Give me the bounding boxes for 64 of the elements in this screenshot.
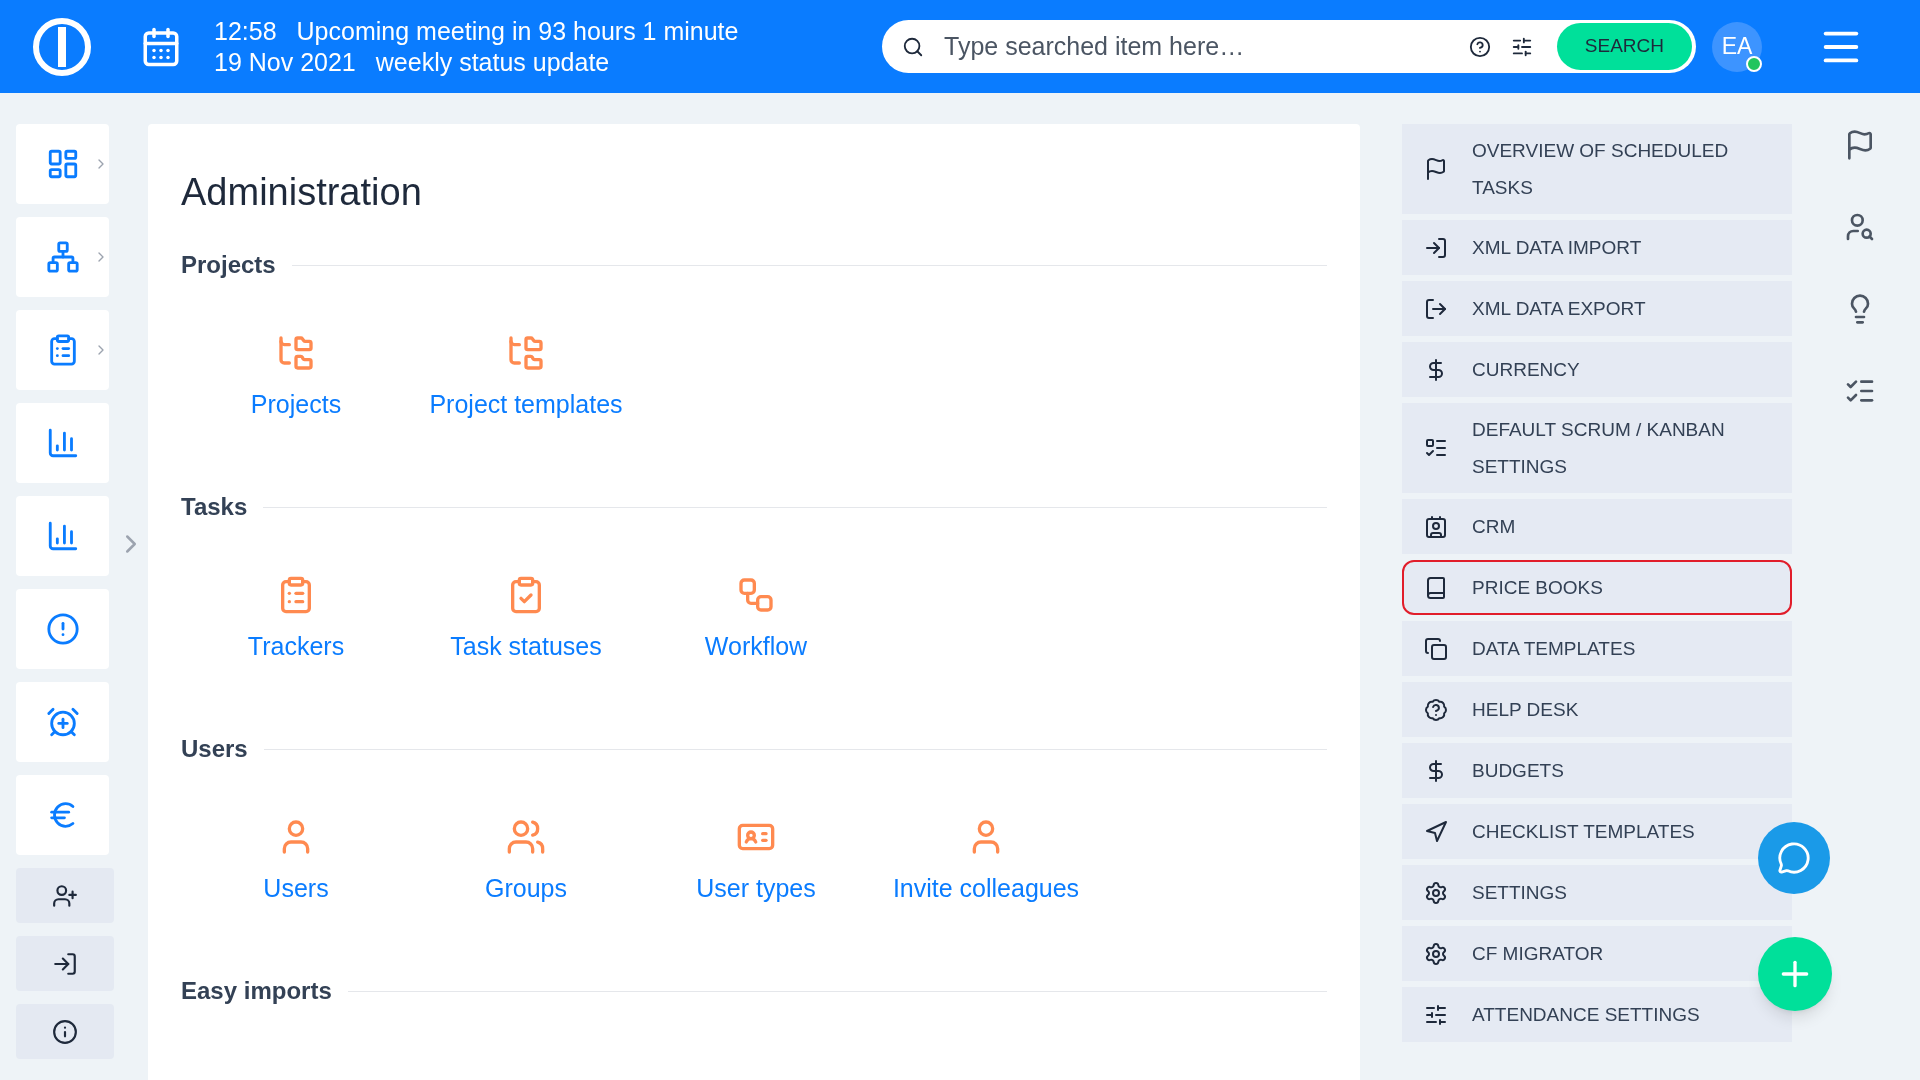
admin-link[interactable]: Workflow <box>641 575 871 705</box>
tree-icon <box>45 240 80 274</box>
alarm-clock-icon <box>45 705 80 739</box>
meeting-countdown: Upcoming meeting in 93 hours 1 minute <box>296 15 739 47</box>
admin-link[interactable]: Projects <box>181 333 411 463</box>
settings-menu-item[interactable]: XML DATA EXPORT <box>1402 281 1792 336</box>
settings-menu-item[interactable]: XML DATA IMPORT <box>1402 220 1792 275</box>
tree-icon <box>276 333 316 373</box>
settings-icon <box>1424 880 1448 905</box>
contact-icon <box>1424 514 1448 539</box>
section-title: Projects <box>181 250 276 280</box>
section-title: Easy imports <box>181 976 332 1006</box>
user-search-icon[interactable] <box>1844 211 1876 243</box>
settings-menu-item[interactable]: ATTENDANCE SETTINGS <box>1402 987 1792 1042</box>
admin-link[interactable]: User types <box>641 817 871 947</box>
section-title: Users <box>181 734 248 764</box>
question-icon <box>1424 697 1448 722</box>
admin-link[interactable]: Task statuses <box>411 575 641 705</box>
sidebar-button[interactable] <box>16 868 114 923</box>
sidebar-button[interactable] <box>16 936 114 991</box>
admin-link[interactable]: Project templates <box>411 333 641 463</box>
admin-link[interactable]: Users <box>181 817 411 947</box>
settings-menu-item[interactable]: OVERVIEW OF SCHEDULED TASKS <box>1402 124 1792 214</box>
admin-link[interactable]: Trackers <box>181 575 411 705</box>
sliders-icon <box>1424 1002 1448 1027</box>
settings-menu-item[interactable]: CURRENCY <box>1402 342 1792 397</box>
book-icon <box>1424 575 1448 600</box>
meeting-date: 19 Nov 2021 <box>214 46 356 78</box>
chat-icon <box>1777 841 1811 875</box>
search-button[interactable]: SEARCH <box>1556 23 1692 70</box>
page-title: Administration <box>181 170 423 215</box>
admin-link[interactable]: Invite colleagues <box>871 817 1101 947</box>
admin-link[interactable]: Groups <box>411 817 641 947</box>
workflow-icon <box>736 575 776 615</box>
settings-menu-item[interactable]: SETTINGS <box>1402 865 1792 920</box>
login-icon <box>52 950 78 977</box>
calendar-icon[interactable] <box>140 25 182 68</box>
settings-menu-item[interactable]: PRICE BOOKS <box>1402 560 1792 615</box>
section-title: Tasks <box>181 492 248 522</box>
filter-icon[interactable] <box>1510 35 1533 58</box>
group-icon <box>506 817 546 857</box>
help-icon[interactable] <box>1468 35 1491 58</box>
settings-icon <box>1424 941 1448 966</box>
settings-menu-item[interactable]: BUDGETS <box>1402 743 1792 798</box>
sidebar-button[interactable] <box>16 1004 114 1059</box>
logo-icon[interactable] <box>32 16 92 77</box>
add-user-icon <box>52 882 78 909</box>
search-icon <box>902 35 924 58</box>
meeting-time: 12:58 <box>214 15 277 47</box>
settings-menu-item[interactable]: CF MIGRATOR <box>1402 926 1792 981</box>
flag-icon <box>1424 157 1448 181</box>
settings-menu-item[interactable]: CRM <box>1402 499 1792 554</box>
settings-menu-item[interactable]: HELP DESK <box>1402 682 1792 737</box>
copy-icon <box>1424 636 1448 661</box>
import-icon <box>1424 235 1448 260</box>
alert-icon <box>45 612 80 646</box>
export-icon <box>1424 296 1448 321</box>
search-field[interactable]: Type searched item here… SEARCH <box>882 20 1696 73</box>
settings-menu-item[interactable]: DEFAULT SCRUM / KANBAN SETTINGS <box>1402 403 1792 493</box>
meeting-title: weekly status update <box>375 46 610 78</box>
info-icon <box>52 1018 78 1045</box>
tree-icon <box>506 333 546 373</box>
settings-menu-item[interactable]: CHECKLIST TEMPLATES <box>1402 804 1792 859</box>
settings-menu-item[interactable]: DATA TEMPLATES <box>1402 621 1792 676</box>
